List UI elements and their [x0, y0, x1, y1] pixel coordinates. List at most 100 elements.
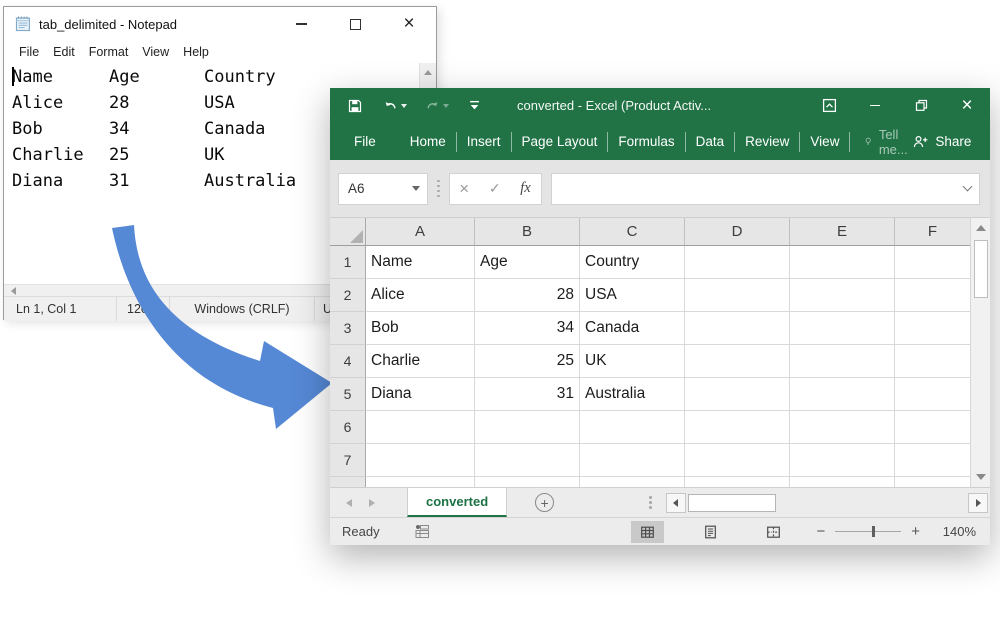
ribbon-tab-data[interactable]: Data: [686, 132, 736, 152]
scroll-down-button[interactable]: [971, 467, 990, 487]
zoom-out-button[interactable]: −: [816, 523, 825, 540]
notepad-maximize-button[interactable]: [328, 7, 382, 41]
notepad-minimize-button[interactable]: [274, 7, 328, 41]
cell-F2[interactable]: [895, 279, 971, 312]
cell-C6[interactable]: [580, 411, 685, 444]
menu-help[interactable]: Help: [176, 45, 216, 59]
row-header-6[interactable]: 6: [330, 411, 366, 444]
cell-C5[interactable]: Australia: [580, 378, 685, 411]
notepad-close-button[interactable]: ×: [382, 7, 436, 41]
row-header-1[interactable]: 1: [330, 246, 366, 279]
scroll-up-button[interactable]: [971, 218, 990, 238]
ribbon-tab-view[interactable]: View: [800, 132, 850, 152]
cell-B4[interactable]: 25: [475, 345, 580, 378]
formula-bar-expand-icon[interactable]: [963, 182, 973, 192]
formula-bar-input[interactable]: [551, 173, 981, 205]
cell-C1[interactable]: Country: [580, 246, 685, 279]
grid-horizontal-scrollbar[interactable]: [666, 492, 988, 514]
name-box-dropdown-icon[interactable]: [412, 186, 420, 191]
cell-D6[interactable]: [685, 411, 790, 444]
column-header-D[interactable]: D: [685, 218, 790, 246]
cell-A5[interactable]: Diana: [366, 378, 475, 411]
cell-F6[interactable]: [895, 411, 971, 444]
share-button[interactable]: Share: [912, 134, 971, 150]
menu-file[interactable]: File: [12, 45, 46, 59]
cell-E2[interactable]: [790, 279, 895, 312]
excel-close-button[interactable]: ×: [944, 88, 990, 123]
sheet-tab-converted[interactable]: converted: [407, 488, 507, 517]
cell-F4[interactable]: [895, 345, 971, 378]
excel-minimize-button[interactable]: [852, 88, 898, 123]
cell-E5[interactable]: [790, 378, 895, 411]
customize-toolbar-button[interactable]: [466, 98, 483, 113]
page-break-preview-button[interactable]: [757, 521, 790, 543]
previous-sheet-icon[interactable]: [346, 499, 352, 507]
cell-B1[interactable]: Age: [475, 246, 580, 279]
cell-D3[interactable]: [685, 312, 790, 345]
zoom-in-button[interactable]: +: [911, 523, 920, 540]
next-sheet-icon[interactable]: [369, 499, 375, 507]
ribbon-tab-insert[interactable]: Insert: [457, 132, 512, 152]
ribbon-tab-review[interactable]: Review: [735, 132, 800, 152]
cell-A7[interactable]: [366, 444, 475, 477]
page-layout-view-button[interactable]: [694, 521, 727, 543]
cell-A1[interactable]: Name: [366, 246, 475, 279]
cell-C7[interactable]: [580, 444, 685, 477]
ribbon-display-options-button[interactable]: [806, 88, 852, 123]
normal-view-button[interactable]: [631, 521, 664, 543]
vertical-scroll-thumb[interactable]: [974, 240, 988, 298]
cell-E7[interactable]: [790, 444, 895, 477]
tell-me-box[interactable]: Tell me...: [864, 127, 912, 157]
cell-F5[interactable]: [895, 378, 971, 411]
scroll-right-button[interactable]: [968, 493, 988, 513]
row-header-5[interactable]: 5: [330, 378, 366, 411]
cell-B7[interactable]: [475, 444, 580, 477]
cell-A6[interactable]: [366, 411, 475, 444]
column-header-B[interactable]: B: [475, 218, 580, 246]
ribbon-tab-page-layout[interactable]: Page Layout: [512, 132, 609, 152]
ribbon-tab-home[interactable]: Home: [400, 132, 457, 152]
menu-edit[interactable]: Edit: [46, 45, 82, 59]
name-box[interactable]: A6: [338, 173, 428, 205]
cell-C3[interactable]: Canada: [580, 312, 685, 345]
column-header-C[interactable]: C: [580, 218, 685, 246]
cell-A2[interactable]: Alice: [366, 279, 475, 312]
cell-A3[interactable]: Bob: [366, 312, 475, 345]
ribbon-tab-file[interactable]: File: [340, 132, 390, 152]
row-header-4[interactable]: 4: [330, 345, 366, 378]
cell-A4[interactable]: Charlie: [366, 345, 475, 378]
cell-E6[interactable]: [790, 411, 895, 444]
row-header-3[interactable]: 3: [330, 312, 366, 345]
insert-function-button[interactable]: fx: [520, 180, 530, 197]
cell-C2[interactable]: USA: [580, 279, 685, 312]
cell-D1[interactable]: [685, 246, 790, 279]
cell-F7[interactable]: [895, 444, 971, 477]
cell-E1[interactable]: [790, 246, 895, 279]
cell-B5[interactable]: 31: [475, 378, 580, 411]
column-header-A[interactable]: A: [366, 218, 475, 246]
menu-format[interactable]: Format: [82, 45, 136, 59]
cell-E4[interactable]: [790, 345, 895, 378]
cell-D4[interactable]: [685, 345, 790, 378]
zoom-slider-handle[interactable]: [872, 526, 876, 537]
column-header-F[interactable]: F: [895, 218, 971, 246]
cell-D7[interactable]: [685, 444, 790, 477]
new-sheet-button[interactable]: +: [535, 493, 554, 512]
grid-vertical-scrollbar[interactable]: [970, 218, 990, 487]
save-button[interactable]: [344, 96, 366, 116]
cell-D2[interactable]: [685, 279, 790, 312]
zoom-slider[interactable]: [835, 531, 901, 532]
redo-button[interactable]: [422, 96, 452, 115]
row-header-7[interactable]: 7: [330, 444, 366, 477]
macro-record-icon[interactable]: [414, 524, 430, 539]
enter-button[interactable]: ✓: [489, 180, 501, 197]
scroll-left-button[interactable]: [666, 493, 686, 513]
cell-C4[interactable]: UK: [580, 345, 685, 378]
cell-E3[interactable]: [790, 312, 895, 345]
cell-B2[interactable]: 28: [475, 279, 580, 312]
cancel-button[interactable]: ×: [459, 179, 469, 199]
undo-button[interactable]: [380, 96, 410, 115]
cell-B6[interactable]: [475, 411, 580, 444]
cell-F1[interactable]: [895, 246, 971, 279]
select-all-button[interactable]: [330, 218, 366, 246]
